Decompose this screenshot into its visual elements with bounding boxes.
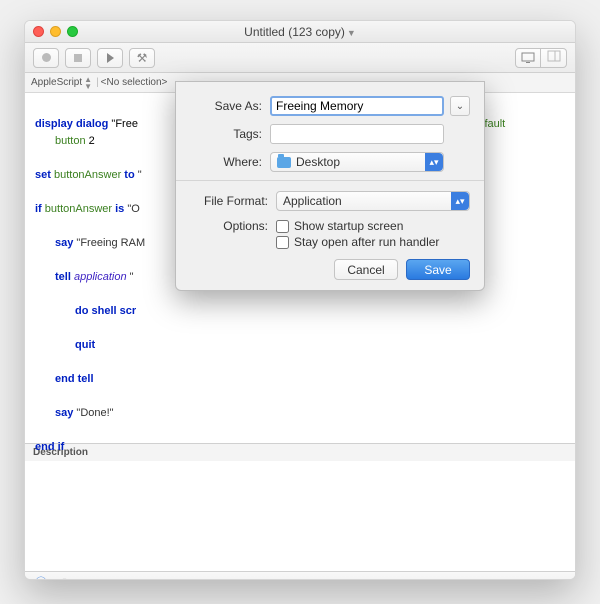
chevron-down-icon[interactable]: ▼	[347, 28, 356, 38]
view-tab-right[interactable]	[541, 48, 567, 68]
cancel-button[interactable]: Cancel	[334, 259, 398, 280]
stop-button[interactable]	[65, 48, 91, 68]
path-selector[interactable]: <No selection>	[101, 77, 168, 88]
show-startup-checkbox[interactable]	[276, 220, 289, 233]
toolbar: ⚒	[25, 43, 575, 73]
compile-button[interactable]: ⚒	[129, 48, 155, 68]
chevron-down-icon: ⌄	[456, 101, 464, 112]
select-arrow-icon: ▴▾	[451, 192, 469, 210]
save-dialog: Save As: ⌄ Tags: Where: Desktop ▴▾ File …	[175, 81, 485, 291]
titlebar: Untitled (123 copy)▼	[25, 21, 575, 43]
save-button[interactable]: Save	[406, 259, 470, 280]
tags-label: Tags:	[190, 127, 262, 141]
window-title: Untitled (123 copy)▼	[25, 25, 575, 39]
record-button[interactable]	[33, 48, 59, 68]
monitor-icon	[521, 52, 535, 64]
where-select[interactable]: Desktop ▴▾	[270, 152, 444, 172]
option-label: Show startup screen	[294, 219, 403, 233]
language-selector[interactable]: AppleScript	[31, 77, 82, 88]
option-label: Stay open after run handler	[294, 235, 439, 249]
description-area[interactable]	[25, 461, 575, 571]
info-icon[interactable]: ⓘ	[35, 574, 47, 580]
file-format-label: File Format:	[190, 194, 268, 208]
save-as-label: Save As:	[190, 99, 262, 113]
options-label: Options:	[190, 219, 268, 233]
description-header: Description	[25, 443, 575, 461]
sync-icon[interactable]: ↺	[57, 576, 67, 581]
expand-button[interactable]: ⌄	[450, 96, 470, 116]
stay-open-checkbox[interactable]	[276, 236, 289, 249]
chevron-updown-icon: ▲▼	[84, 76, 92, 90]
script-editor-window: Untitled (123 copy)▼ ⚒ AppleScript ▲▼ | …	[24, 20, 576, 580]
where-label: Where:	[190, 155, 262, 169]
list-icon[interactable]: ▤	[77, 576, 88, 581]
layout-icon	[547, 50, 561, 65]
select-arrow-icon: ▴▾	[425, 153, 443, 171]
folder-icon	[277, 157, 291, 168]
view-tab-left[interactable]	[515, 48, 541, 68]
file-format-select[interactable]: Application ▴▾	[276, 191, 470, 211]
run-button[interactable]	[97, 48, 123, 68]
footer-bar: ⓘ ↺ ▤	[25, 571, 575, 580]
tags-input[interactable]	[270, 124, 444, 144]
save-as-input[interactable]	[270, 96, 444, 116]
